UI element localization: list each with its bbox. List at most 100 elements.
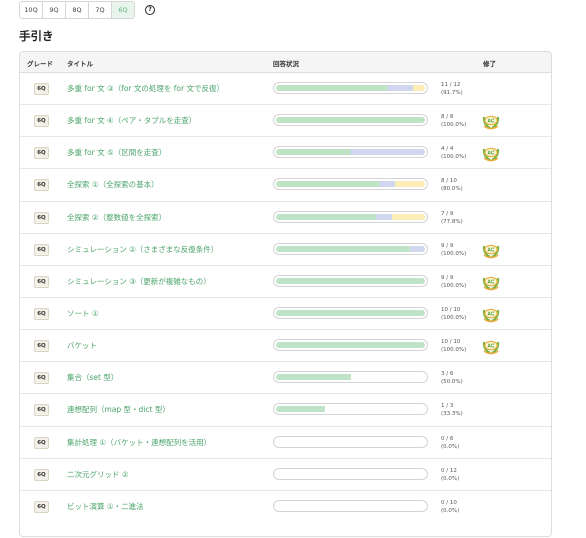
score-count: 4 / 4: [441, 146, 454, 153]
grade-tab-group: 10Q 9Q 8Q 7Q 6Q: [19, 1, 135, 19]
problem-title-link[interactable]: ソート ①: [67, 308, 99, 319]
progress-bar: [273, 146, 428, 159]
table-body: 6Q 多重 for 文 ③（for 文の処理を for 文で反復） 11 / 12 (…: [20, 73, 551, 523]
grade-badge: 6Q: [34, 211, 49, 224]
tab-8q[interactable]: 8Q: [66, 2, 89, 18]
score-text: 11 / 12 (91.7%): [441, 81, 463, 97]
grade-badge: 6Q: [34, 500, 49, 513]
score-count: 1 / 3: [441, 403, 454, 410]
progress-ac-segment: [276, 406, 326, 413]
progress-bar: [273, 467, 428, 480]
ac-badge-icon: AC: [481, 336, 501, 356]
problem-title-link[interactable]: 連想配列（map 型・dict 型）: [67, 404, 170, 415]
problem-title-link[interactable]: ビット演算 ①・二進法: [67, 501, 144, 512]
problem-title-link[interactable]: 全探索 ②（整数値を全探索）: [67, 212, 166, 223]
score-percent: (0.0%): [441, 475, 460, 482]
ac-badge-icon: AC: [481, 240, 501, 260]
svg-text:AC: AC: [487, 279, 495, 285]
table-row: 6Q 全探索 ①（全探索の基本） 8 / 10 (80.0%): [20, 169, 551, 202]
svg-text:AC: AC: [487, 343, 495, 349]
help-icon[interactable]: ?: [145, 5, 155, 15]
score-count: 8 / 8: [441, 114, 454, 121]
ac-badge-icon: AC: [481, 304, 501, 324]
table-row: 6Q 多重 for 文 ③（for 文の処理を for 文で反復） 11 / 12 (…: [20, 73, 551, 106]
table-row: 6Q ビット演算 ①・二進法 0 / 10 (0.0%): [20, 491, 551, 523]
progress-bar: [273, 114, 428, 127]
progress-wa-segment: [392, 213, 425, 220]
progress-ac-segment: [276, 245, 411, 252]
progress-bar: [273, 339, 428, 352]
svg-text:AC: AC: [487, 118, 495, 124]
grade-badge: 6Q: [34, 436, 49, 449]
ac-badge-icon: AC: [481, 272, 501, 292]
score-text: 10 / 10 (100.0%): [441, 306, 466, 322]
progress-ac-segment: [276, 277, 425, 284]
tab-10q[interactable]: 10Q: [20, 2, 43, 18]
grade-badge: 6Q: [34, 275, 49, 288]
progress-bar: [273, 371, 428, 384]
tab-9q[interactable]: 9Q: [43, 2, 66, 18]
progress-ac-segment: [276, 117, 425, 124]
problem-title-link[interactable]: 多重 for 文 ⑤（区間を走査）: [67, 147, 166, 158]
score-text: 0 / 6 (0.0%): [441, 435, 459, 451]
tab-6q[interactable]: 6Q: [112, 2, 134, 18]
problem-title-link[interactable]: 集合（set 型）: [67, 372, 118, 383]
grade-badge: 6Q: [34, 404, 49, 417]
score-count: 0 / 6: [441, 435, 454, 442]
problem-title-link[interactable]: 多重 for 文 ④（ペア・タプルを走査）: [67, 115, 196, 126]
score-percent: (100.0%): [441, 250, 467, 257]
grade-badge: 6Q: [34, 243, 49, 256]
score-percent: (100.0%): [441, 314, 467, 321]
progress-mid-segment: [410, 245, 425, 252]
score-text: 9 / 9 (100.0%): [441, 242, 466, 258]
problem-title-link[interactable]: 多重 for 文 ③（for 文の処理を for 文で反復）: [67, 83, 224, 94]
score-count: 10 / 10: [441, 306, 461, 313]
progress-mid-segment: [387, 85, 414, 91]
progress-ac-segment: [276, 85, 388, 91]
problem-title-link[interactable]: バケット: [67, 340, 97, 351]
score-text: 3 / 6 (50.0%): [441, 370, 463, 386]
problem-title-link[interactable]: シミュレーション ②（さまざまな反復条件）: [67, 244, 218, 255]
progress-ac-segment: [276, 342, 425, 349]
svg-text:AC: AC: [487, 151, 495, 157]
progress-mid-segment: [375, 213, 393, 220]
score-count: 0 / 10: [441, 499, 457, 506]
table-row: 6Q 全探索 ②（整数値を全探索） 7 / 9 (77.8%): [20, 202, 551, 234]
progress-bar: [273, 82, 428, 94]
score-count: 11 / 12: [441, 82, 461, 88]
problem-title-link[interactable]: シミュレーション ③（更新が複雑なもの）: [67, 276, 211, 287]
table-row: 6Q バケット 10 / 10 (100.0%) AC: [20, 330, 551, 363]
score-percent: (80.0%): [441, 186, 463, 193]
problem-title-link[interactable]: 集計処理 ①（バケット・連想配列を活用）: [67, 437, 211, 448]
table-row: 6Q シミュレーション ③（更新が複雑なもの） 9 / 9 (100.0%) AC: [20, 266, 551, 298]
table-row: 6Q 連想配列（map 型・dict 型） 1 / 3 (33.3%): [20, 394, 551, 427]
progress-bar: [273, 274, 428, 287]
grade-badge: 6Q: [34, 307, 49, 320]
progress-bar: [273, 178, 428, 191]
grade-badge: 6Q: [34, 468, 49, 481]
problem-title-link[interactable]: 全探索 ①（全探索の基本）: [67, 179, 159, 190]
problem-title-link[interactable]: 二次元グリッド ②: [67, 469, 129, 480]
score-text: 8 / 8 (100.0%): [441, 113, 466, 129]
table-row: 6Q 集計処理 ①（バケット・連想配列を活用） 0 / 6 (0.0%): [20, 427, 551, 459]
score-count: 3 / 6: [441, 371, 454, 378]
score-percent: (100.0%): [441, 282, 467, 289]
score-text: 7 / 9 (77.8%): [441, 210, 463, 226]
score-percent: (77.8%): [441, 218, 463, 225]
score-percent: (33.3%): [441, 411, 463, 418]
header-status: 回答状況: [273, 60, 299, 68]
progress-ac-segment: [276, 309, 425, 316]
svg-text:AC: AC: [487, 247, 495, 253]
progress-bar: [273, 435, 428, 448]
score-percent: (100.0%): [441, 154, 467, 161]
score-count: 8 / 10: [441, 178, 457, 185]
table-row: 6Q 二次元グリッド ② 0 / 12 (0.0%): [20, 459, 551, 491]
ac-badge-icon: AC: [481, 143, 501, 163]
progress-wa-segment: [395, 181, 425, 188]
progress-mid-segment: [350, 149, 425, 156]
grade-badge: 6Q: [34, 115, 49, 128]
tab-7q[interactable]: 7Q: [89, 2, 112, 18]
progress-ac-segment: [276, 181, 381, 188]
score-text: 8 / 10 (80.0%): [441, 177, 463, 193]
progress-bar: [273, 499, 428, 512]
